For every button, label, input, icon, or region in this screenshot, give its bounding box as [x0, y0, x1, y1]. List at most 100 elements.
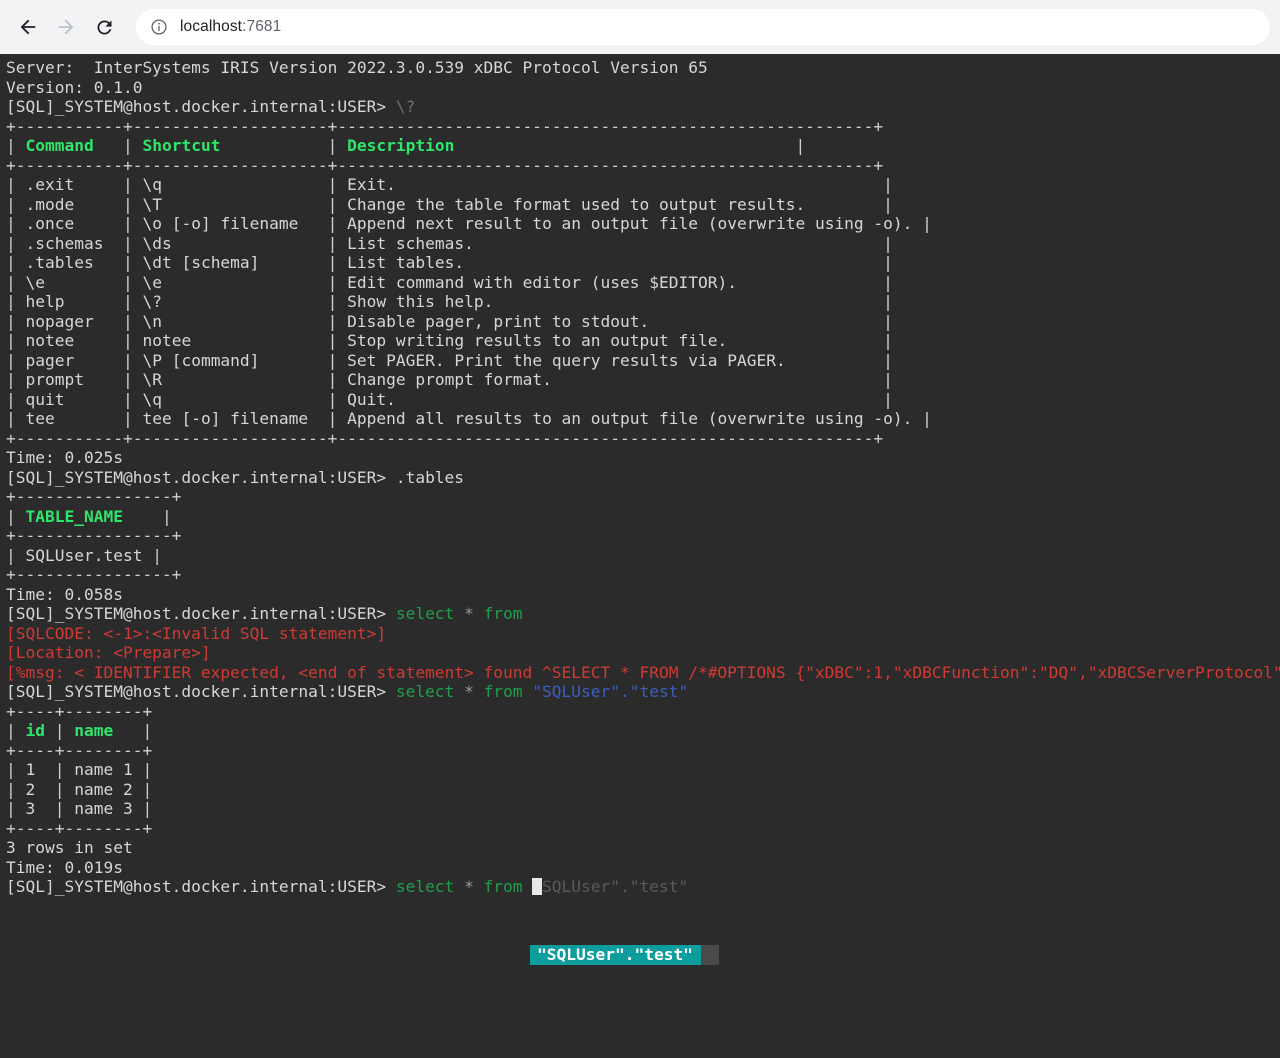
cell-divider: | [873, 331, 893, 350]
cell-command: \e [25, 272, 114, 292]
cell-divider: | [873, 370, 893, 389]
cell-divider: | [873, 292, 893, 311]
reload-button[interactable] [86, 9, 122, 45]
tables-header-row: | TABLE_NAME | [6, 506, 172, 526]
cell-divider: | [317, 370, 348, 389]
cell-divider: | [873, 194, 893, 214]
table-rule: +----+--------+ [6, 818, 153, 838]
cell-divider: | [317, 233, 348, 253]
cell-shortcut: \n [142, 311, 318, 331]
help-table-header-row: | Command | Shortcut | Description | [6, 136, 806, 155]
prompt-text: [SQL]_SYSTEM@host.docker.internal:USER> [6, 682, 396, 701]
cell-shortcut: \R [142, 370, 318, 389]
prompt-line-help: [SQL]_SYSTEM@host.docker.internal:USER> … [6, 97, 1280, 117]
table-row: | notee | notee | Stop writing results t… [6, 331, 1280, 351]
table-rule: +----------------+ [6, 487, 182, 506]
time-text: Time: 0.019s [6, 857, 123, 877]
header-cell-id: id [25, 721, 46, 740]
cell-divider: | [317, 409, 348, 428]
sql-keyword-from: from [483, 604, 523, 623]
header-cell-command: Command [25, 136, 94, 155]
autocomplete-scrollbar[interactable] [700, 945, 719, 965]
cell-divider: | [317, 389, 348, 409]
cell-divider: | [113, 233, 143, 253]
forward-button[interactable] [48, 9, 84, 45]
cell-description: List tables. [347, 253, 874, 272]
cell-command: .mode [25, 194, 114, 214]
url-host: localhost [180, 18, 243, 35]
cell-description: Edit command with editor (uses $EDITOR). [347, 272, 874, 292]
server-banner-text: Server: InterSystems IRIS Version 2022.3… [6, 58, 708, 77]
cell-divider: | [6, 760, 26, 779]
cell-command: prompt [25, 370, 114, 389]
cell-command: .once [25, 214, 114, 233]
sql-keyword-from: from [483, 682, 523, 701]
prompt-line-active[interactable]: [SQL]_SYSTEM@host.docker.internal:USER> … [6, 877, 1280, 897]
cell-divider: | [317, 311, 348, 331]
cell-shortcut: \o [-o] filename [142, 214, 318, 233]
table-rule: +----+--------+ [6, 701, 153, 721]
forward-arrow-icon [58, 19, 74, 35]
address-bar[interactable]: localhost:7681 [136, 9, 1270, 45]
cell-divider: | [873, 253, 893, 272]
header-cell-description: Description [347, 136, 455, 155]
cell-divider: | [912, 214, 932, 233]
cell-id: 3 [25, 799, 45, 818]
url-port: :7681 [242, 18, 282, 35]
cell-divider: | [873, 311, 893, 331]
autocomplete-item-selected[interactable]: "SQLUser"."test" [530, 945, 701, 965]
table-row: | help | \? | Show this help. | [6, 292, 1280, 312]
help-command-text: \? [395, 97, 416, 116]
prompt-text: [SQL]_SYSTEM@host.docker.internal:USER> [6, 604, 396, 623]
cell-command: pager [25, 350, 114, 370]
back-button[interactable] [10, 9, 46, 45]
terminal-output[interactable]: Server: InterSystems IRIS Version 2022.3… [0, 54, 1280, 1058]
site-info-icon[interactable] [150, 18, 168, 36]
time-line-select: Time: 0.019s [6, 858, 1280, 878]
cell-description: Change prompt format. [347, 370, 874, 389]
time-text: Time: 0.058s [6, 584, 123, 604]
cell-command: .tables [25, 253, 114, 272]
cell-shortcut: \dt [schema] [142, 253, 318, 272]
table-rule: +-----------+--------------------+------… [6, 116, 884, 136]
cell-divider: | [6, 194, 26, 214]
cell-divider: | [45, 799, 75, 818]
version-line: Version: 0.1.0 [6, 78, 1280, 98]
sql-star: * [464, 877, 474, 896]
cell-description: Append next result to an output file (ov… [347, 214, 913, 233]
table-row: | .schemas | \ds | List schemas. | [6, 234, 1280, 254]
cell-divider: | [6, 389, 26, 409]
cell-divider: | [317, 214, 348, 233]
cell-divider: | [873, 175, 893, 194]
cell-divider: | [6, 253, 26, 272]
prompt-line-bad-query: [SQL]_SYSTEM@host.docker.internal:USER> … [6, 604, 1280, 624]
table-row: | .exit | \q | Exit. | [6, 175, 1280, 195]
select-result-body: | 1 | name 1 | | 2 | name 2 | | 3 | name 3… [6, 760, 1280, 819]
autocomplete-dropdown[interactable]: "SQLUser"."test" [530, 945, 719, 965]
table-row: | tee | tee [-o] filename | Append all r… [6, 409, 1280, 429]
sql-keyword-select: select [395, 604, 455, 623]
cell-divider: | [6, 175, 26, 194]
table-rule: +----------------+ [6, 565, 182, 584]
prompt-line-tables: [SQL]_SYSTEM@host.docker.internal:USER> … [6, 468, 1280, 488]
cell-divider: | [113, 311, 143, 331]
table-row: | .mode | \T | Change the table format u… [6, 195, 1280, 215]
cell-command: help [25, 292, 114, 311]
error-line: [SQLCODE: <-1>:<Invalid SQL statement>] [6, 624, 1280, 644]
cell-description: Exit. [347, 175, 874, 194]
sql-keyword-select: select [395, 682, 455, 701]
cell-divider: | [113, 175, 143, 194]
cell-divider: | [6, 350, 26, 370]
cell-divider: | [6, 409, 26, 428]
cell-id: 2 [25, 779, 45, 799]
help-table-rule-header: +-----------+--------------------+------… [6, 156, 1280, 176]
table-row: | 1 | name 1 | [6, 760, 1280, 780]
sql-keyword-select: select [395, 877, 455, 896]
cell-divider: | [113, 389, 143, 409]
table-row: | pager | \P [command] | Set PAGER. Prin… [6, 351, 1280, 371]
back-arrow-icon [20, 19, 36, 35]
sql-star: * [464, 682, 474, 701]
prompt-text: [SQL]_SYSTEM@host.docker.internal:USER> [6, 467, 396, 487]
header-pad [123, 507, 152, 526]
table-rule: +----------------+ [6, 526, 182, 545]
